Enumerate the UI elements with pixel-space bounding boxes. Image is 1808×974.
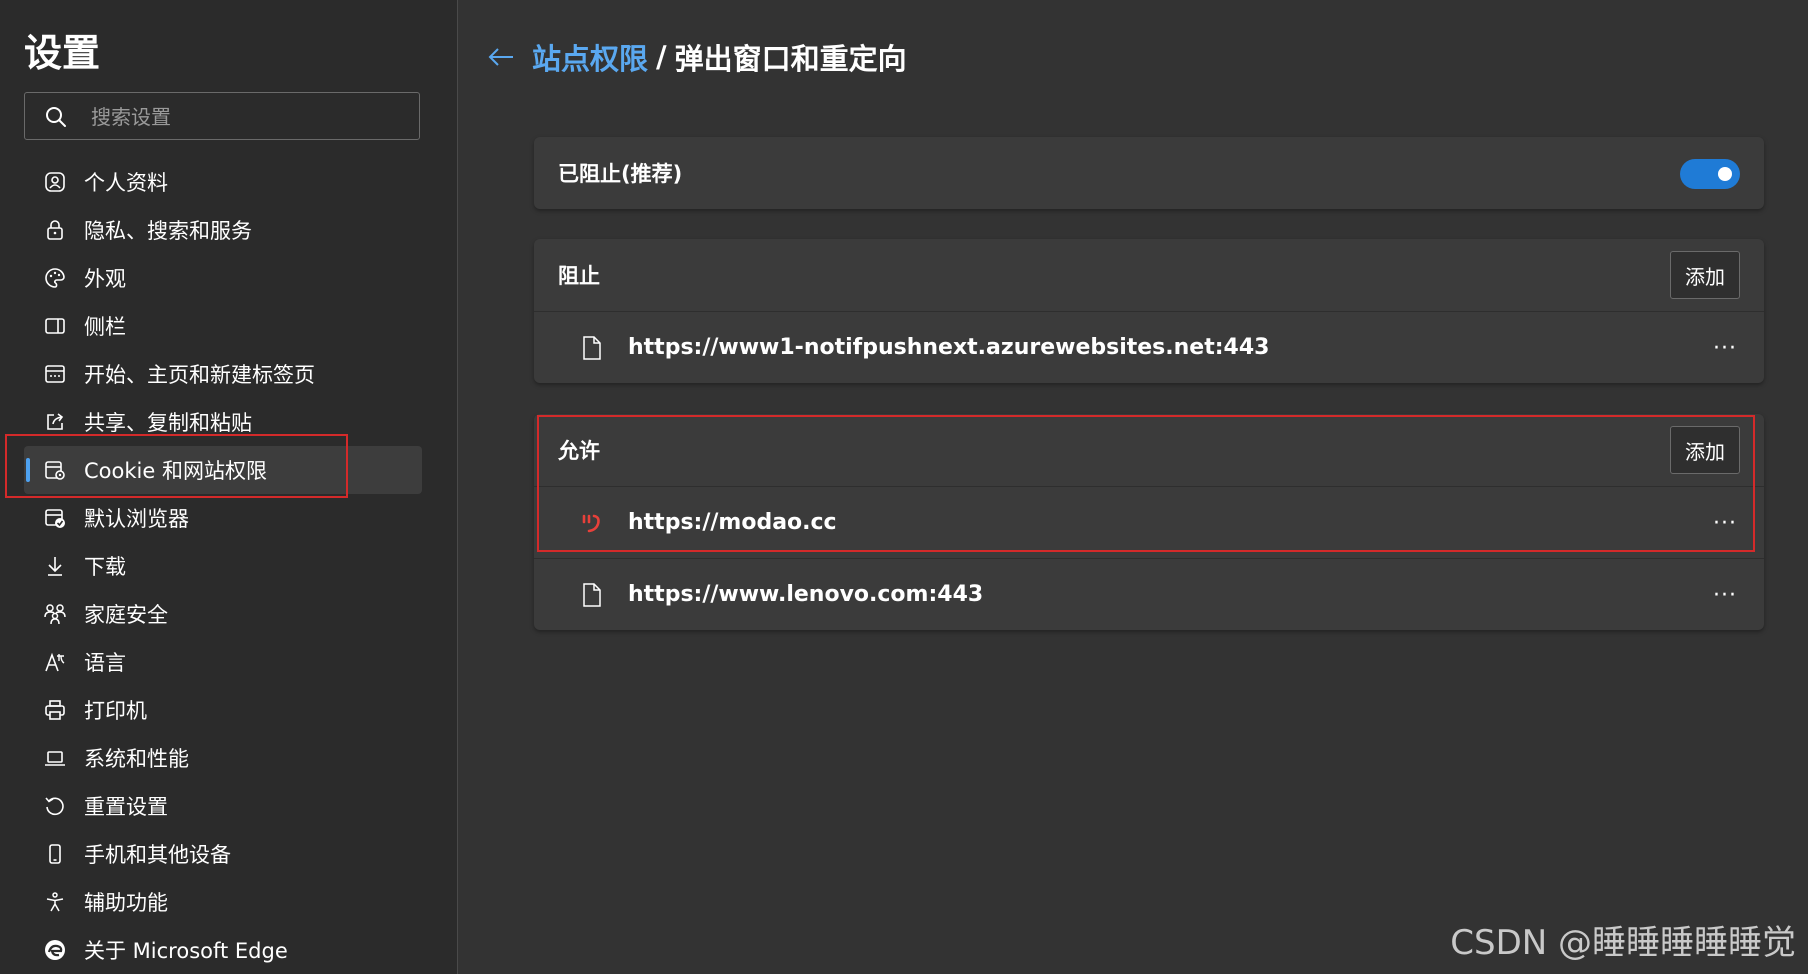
- sidebar-item-reset[interactable]: 重置设置: [24, 782, 422, 830]
- sidebar-item-label: 重置设置: [84, 795, 168, 819]
- search-icon: [46, 107, 66, 127]
- breadcrumb-site-permissions-link[interactable]: 站点权限: [532, 36, 648, 78]
- sidebar-item-label: 外观: [84, 267, 126, 291]
- sidebar-item-label: 手机和其他设备: [84, 843, 231, 867]
- sidebar-item-downloads[interactable]: 下载: [24, 542, 422, 590]
- more-options-button[interactable]: ···: [1710, 509, 1740, 537]
- block-section-card: 阻止 添加 https://www1-notifpushnext.azurewe…: [534, 239, 1764, 383]
- sidebar-item-phone-devices[interactable]: 手机和其他设备: [24, 830, 422, 878]
- sidebar-item-family-safety[interactable]: 家庭安全: [24, 590, 422, 638]
- laptop-icon: [42, 745, 68, 771]
- file-icon: [580, 335, 604, 360]
- sidebar-item-label: 打印机: [84, 699, 147, 723]
- language-icon: [42, 649, 68, 675]
- allow-add-button[interactable]: 添加: [1670, 426, 1740, 474]
- sidebar-item-system[interactable]: 系统和性能: [24, 734, 422, 782]
- palette-icon: [42, 265, 68, 291]
- sidebar-item-accessibility[interactable]: 辅助功能: [24, 878, 422, 926]
- default-browser-icon: [42, 505, 68, 531]
- accessibility-icon: [42, 889, 68, 915]
- sidebar-title: 设置: [24, 31, 101, 75]
- sidebar-item-label: 辅助功能: [84, 891, 168, 915]
- sidebar-item-label: 默认浏览器: [84, 507, 189, 531]
- cookie-site-icon: [42, 457, 68, 483]
- sidebar-item-label: 系统和性能: [84, 747, 189, 771]
- sidebar-item-label: Cookie 和网站权限: [84, 459, 267, 483]
- block-section-title: 阻止: [558, 264, 600, 288]
- blocked-toggle-card: 已阻止(推荐): [534, 137, 1764, 209]
- allow-section-title: 允许: [558, 439, 600, 463]
- breadcrumb: 站点权限 / 弹出窗口和重定向: [486, 36, 907, 78]
- sidebar-item-about-edge[interactable]: 关于 Microsoft Edge: [24, 926, 422, 974]
- sidebar-item-printers[interactable]: 打印机: [24, 686, 422, 734]
- sidebar-item-start-home[interactable]: 开始、主页和新建标签页: [24, 350, 422, 398]
- block-add-button[interactable]: 添加: [1670, 251, 1740, 299]
- search-box[interactable]: [24, 92, 420, 141]
- profile-icon: [42, 169, 68, 195]
- sidebar-item-cookies-site-permissions[interactable]: Cookie 和网站权限: [24, 446, 422, 494]
- site-url: https://modao.cc: [628, 510, 837, 535]
- download-icon: [42, 553, 68, 579]
- back-arrow-icon[interactable]: [486, 42, 516, 72]
- sidebar-item-label: 侧栏: [84, 315, 126, 339]
- breadcrumb-separator: /: [656, 40, 667, 74]
- sidebar-item-label: 个人资料: [84, 171, 168, 195]
- more-options-button[interactable]: ···: [1710, 581, 1740, 609]
- family-icon: [42, 601, 68, 627]
- modao-favicon-icon: [580, 511, 604, 535]
- file-icon: [580, 582, 604, 607]
- watermark: CSDN @睡睡睡睡睡觉: [1450, 923, 1796, 963]
- sidebar-item-privacy[interactable]: 隐私、搜索和服务: [24, 206, 422, 254]
- sidebar: 设置 个人资料 隐私、搜索和服务: [0, 0, 458, 974]
- site-row: https://www1-notifpushnext.azurewebsites…: [534, 311, 1764, 383]
- sidebar-item-label: 开始、主页和新建标签页: [84, 363, 315, 387]
- blocked-toggle-row: 已阻止(推荐): [534, 137, 1764, 209]
- edge-icon: [42, 937, 68, 963]
- sidebar-item-label: 共享、复制和粘贴: [84, 411, 252, 435]
- sidebar-item-label: 家庭安全: [84, 603, 168, 627]
- site-row: https://www.lenovo.com:443 ···: [534, 558, 1764, 630]
- sidebar-item-label: 下载: [84, 555, 126, 579]
- sidebar-nav: 个人资料 隐私、搜索和服务 外观 侧栏 开始、主页和新建标签页 共享、复制和粘贴…: [24, 158, 422, 974]
- share-icon: [42, 409, 68, 435]
- sidebar-item-profile[interactable]: 个人资料: [24, 158, 422, 206]
- page-title: 弹出窗口和重定向: [674, 42, 907, 76]
- sidebar-item-appearance[interactable]: 外观: [24, 254, 422, 302]
- sidebar-item-share[interactable]: 共享、复制和粘贴: [24, 398, 422, 446]
- allow-section-header: 允许 添加: [534, 414, 1764, 486]
- home-tab-icon: [42, 361, 68, 387]
- printer-icon: [42, 697, 68, 723]
- sidebar-item-label: 关于 Microsoft Edge: [84, 939, 288, 963]
- sidebar-item-label: 语言: [84, 651, 126, 675]
- allow-section-card: 允许 添加 https://modao.cc ··· https://www.l…: [534, 414, 1764, 630]
- site-url: https://www1-notifpushnext.azurewebsites…: [628, 335, 1270, 360]
- search-input[interactable]: [89, 93, 413, 141]
- site-row: https://modao.cc ···: [534, 486, 1764, 558]
- toggle-knob: [1718, 167, 1732, 181]
- sidebar-item-sidebar[interactable]: 侧栏: [24, 302, 422, 350]
- settings-window: 设置 个人资料 隐私、搜索和服务: [0, 0, 1808, 974]
- site-url: https://www.lenovo.com:443: [628, 582, 984, 607]
- sidebar-item-label: 隐私、搜索和服务: [84, 219, 252, 243]
- reset-icon: [42, 793, 68, 819]
- phone-icon: [42, 841, 68, 867]
- sidebar-item-default-browser[interactable]: 默认浏览器: [24, 494, 422, 542]
- blocked-toggle-switch[interactable]: [1680, 159, 1740, 189]
- sidebar-item-languages[interactable]: 语言: [24, 638, 422, 686]
- sidebar-icon: [42, 313, 68, 339]
- lock-icon: [42, 217, 68, 243]
- blocked-toggle-label: 已阻止(推荐): [558, 162, 683, 186]
- more-options-button[interactable]: ···: [1710, 334, 1740, 362]
- block-section-header: 阻止 添加: [534, 239, 1764, 311]
